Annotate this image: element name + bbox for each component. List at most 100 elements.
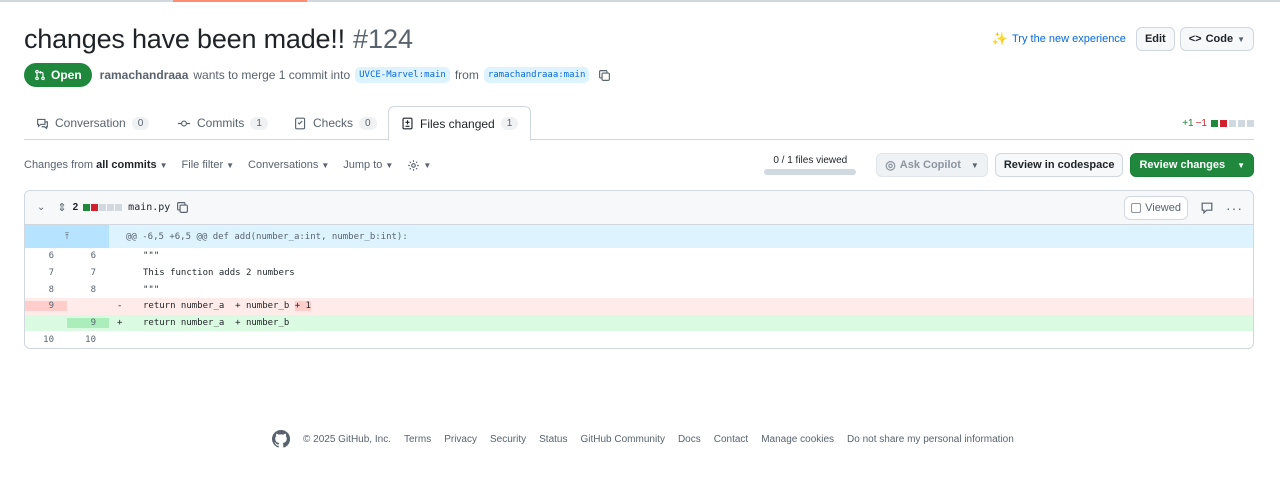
line-code: return number_a + number_b + 1 — [129, 301, 311, 312]
copilot-icon: ◎ — [885, 158, 896, 172]
expand-all-icon[interactable]: ⇕ — [57, 201, 66, 214]
new-line-number[interactable]: 9 — [67, 318, 109, 329]
diffstat-block — [115, 204, 123, 211]
chevron-down-icon: ▼ — [159, 160, 168, 170]
footer-link-docs[interactable]: Docs — [678, 434, 701, 445]
new-line-number[interactable]: 7 — [67, 268, 109, 278]
status-badge: Open — [24, 63, 92, 87]
line-marker: - — [117, 301, 123, 312]
tab-commits[interactable]: Commits 1 — [165, 106, 280, 140]
changes-from-prefix: Changes from — [24, 159, 94, 171]
footer-link-terms[interactable]: Terms — [404, 434, 431, 445]
new-line-number[interactable]: 10 — [67, 335, 109, 345]
base-branch[interactable]: UVCE-Marvel:main — [355, 67, 450, 83]
new-line-number[interactable]: 6 — [67, 251, 109, 261]
changes-from-dropdown[interactable]: Changes from all commits ▼ — [24, 159, 168, 171]
tab-files-changed[interactable]: Files changed 1 — [388, 106, 532, 141]
old-line-number[interactable]: 8 — [25, 285, 67, 295]
footer-link-status[interactable]: Status — [539, 434, 567, 445]
code-button-label: Code — [1205, 33, 1234, 45]
chevron-down-icon: ▼ — [1237, 160, 1245, 170]
old-line-number[interactable]: 7 — [25, 268, 67, 278]
tab-conversation[interactable]: Conversation 0 — [24, 106, 161, 140]
deletions-count: −1 — [1195, 118, 1207, 129]
line-marker: + — [117, 318, 123, 329]
top-accent — [173, 0, 307, 2]
file-filter-dropdown[interactable]: File filter ▼ — [182, 159, 234, 171]
pr-title-row: changes have been made!! #124 — [24, 24, 413, 55]
review-in-codespace-button[interactable]: Review in codespace — [994, 153, 1124, 177]
copy-icon[interactable] — [176, 201, 189, 214]
tab-count: 1 — [250, 116, 268, 130]
new-line-number[interactable]: 8 — [67, 285, 109, 295]
diffstat-block — [99, 204, 107, 211]
sparkle-icon: ✨ — [991, 31, 1008, 46]
author-link[interactable]: ramachandraaa — [100, 68, 189, 82]
line-code: """ — [143, 284, 160, 295]
header-actions: ✨ Try the new experience Edit <> Code ▼ — [992, 27, 1254, 51]
jump-to-dropdown[interactable]: Jump to ▼ — [343, 159, 393, 171]
footer-link-community[interactable]: GitHub Community — [580, 434, 664, 445]
pr-number: #124 — [352, 24, 414, 54]
file-change-count: 2 — [72, 202, 79, 213]
diff-line: 10 10 — [25, 331, 1253, 348]
old-line-number[interactable]: 10 — [25, 335, 67, 345]
github-logo-icon[interactable] — [272, 430, 290, 448]
chevron-down-icon: ▼ — [970, 160, 979, 170]
diffstat-block — [107, 204, 115, 211]
footer-link-manage-cookies[interactable]: Manage cookies — [761, 434, 834, 445]
deleted-highlight: + 1 — [294, 301, 311, 312]
toolbar-right: 0 / 1 files viewed ◎ Ask Copilot ▼ Revie… — [764, 153, 1254, 177]
tab-checks[interactable]: Checks 0 — [282, 106, 389, 140]
code-button[interactable]: <> Code ▼ — [1179, 27, 1254, 51]
comment-icon[interactable] — [1200, 201, 1214, 215]
files-viewed-progress: 0 / 1 files viewed — [764, 155, 857, 175]
line-code: """ — [143, 251, 160, 262]
diff-line: 7 7 This function adds 2 numbers — [25, 265, 1253, 282]
line-code-text: return number_a + number_b — [143, 301, 295, 312]
diffstat-block — [91, 204, 99, 211]
settings-dropdown[interactable]: ▼ — [407, 159, 431, 172]
copy-icon[interactable] — [598, 69, 611, 82]
merge-text: wants to merge 1 commit into — [193, 68, 351, 82]
edit-button-label: Edit — [1144, 33, 1166, 45]
top-border — [0, 0, 1280, 2]
status-label: Open — [51, 68, 82, 82]
footer-link-security[interactable]: Security — [490, 434, 526, 445]
expand-up-icon[interactable]: ⤒ — [25, 225, 109, 248]
gear-icon — [408, 159, 420, 171]
footer-link-contact[interactable]: Contact — [714, 434, 748, 445]
footer-link-privacy[interactable]: Privacy — [444, 434, 477, 445]
footer-link-do-not-share[interactable]: Do not share my personal information — [847, 434, 1014, 445]
hunk-header: ⤒ @@ -6,5 +6,5 @@ def add(number_a:int, … — [25, 225, 1253, 248]
try-new-experience-link[interactable]: ✨ Try the new experience — [992, 31, 1126, 47]
chevron-down-icon: ▼ — [423, 160, 432, 170]
conversations-dropdown[interactable]: Conversations ▼ — [248, 159, 329, 171]
copyright: © 2025 GitHub, Inc. — [303, 433, 391, 445]
comment-icon — [37, 118, 48, 130]
file-name[interactable]: main.py — [128, 202, 170, 213]
diffstat: +1 −1 — [1182, 118, 1254, 129]
diffstat-block — [83, 204, 91, 211]
diff-line-deleted: 9- return number_a + number_b + 1 — [25, 298, 1253, 315]
tab-count: 1 — [500, 117, 519, 130]
kebab-menu-icon[interactable]: ··· — [1226, 200, 1243, 216]
viewed-checkbox[interactable]: Viewed — [1124, 196, 1188, 220]
additions-count: +1 — [1182, 118, 1194, 129]
code-icon: <> — [1188, 33, 1202, 45]
pull-request-icon — [35, 69, 45, 81]
head-branch[interactable]: ramachandraaa:main — [483, 67, 590, 83]
diff-body: ⤒ @@ -6,5 +6,5 @@ def add(number_a:int, … — [25, 225, 1253, 348]
edit-button[interactable]: Edit — [1135, 27, 1175, 51]
old-line-number[interactable]: 9 — [25, 301, 67, 312]
chevron-down-icon[interactable]: ⌄ — [37, 202, 45, 213]
old-line-number[interactable]: 6 — [25, 251, 67, 261]
try-new-experience-label: Try the new experience — [1012, 33, 1126, 45]
changes-from-value: all commits — [96, 159, 157, 171]
file-diff: ⌄ ⇕ 2 main.py Viewed ··· ⤒ @@ -6,5 +6,5 … — [24, 190, 1254, 349]
file-filter-label: File filter — [181, 159, 224, 171]
jump-to-label: Jump to — [343, 159, 383, 171]
ask-copilot-button[interactable]: ◎ Ask Copilot ▼ — [876, 153, 988, 177]
review-changes-button[interactable]: Review changes ▼ — [1130, 153, 1254, 177]
file-header: ⌄ ⇕ 2 main.py Viewed ··· — [25, 191, 1253, 225]
